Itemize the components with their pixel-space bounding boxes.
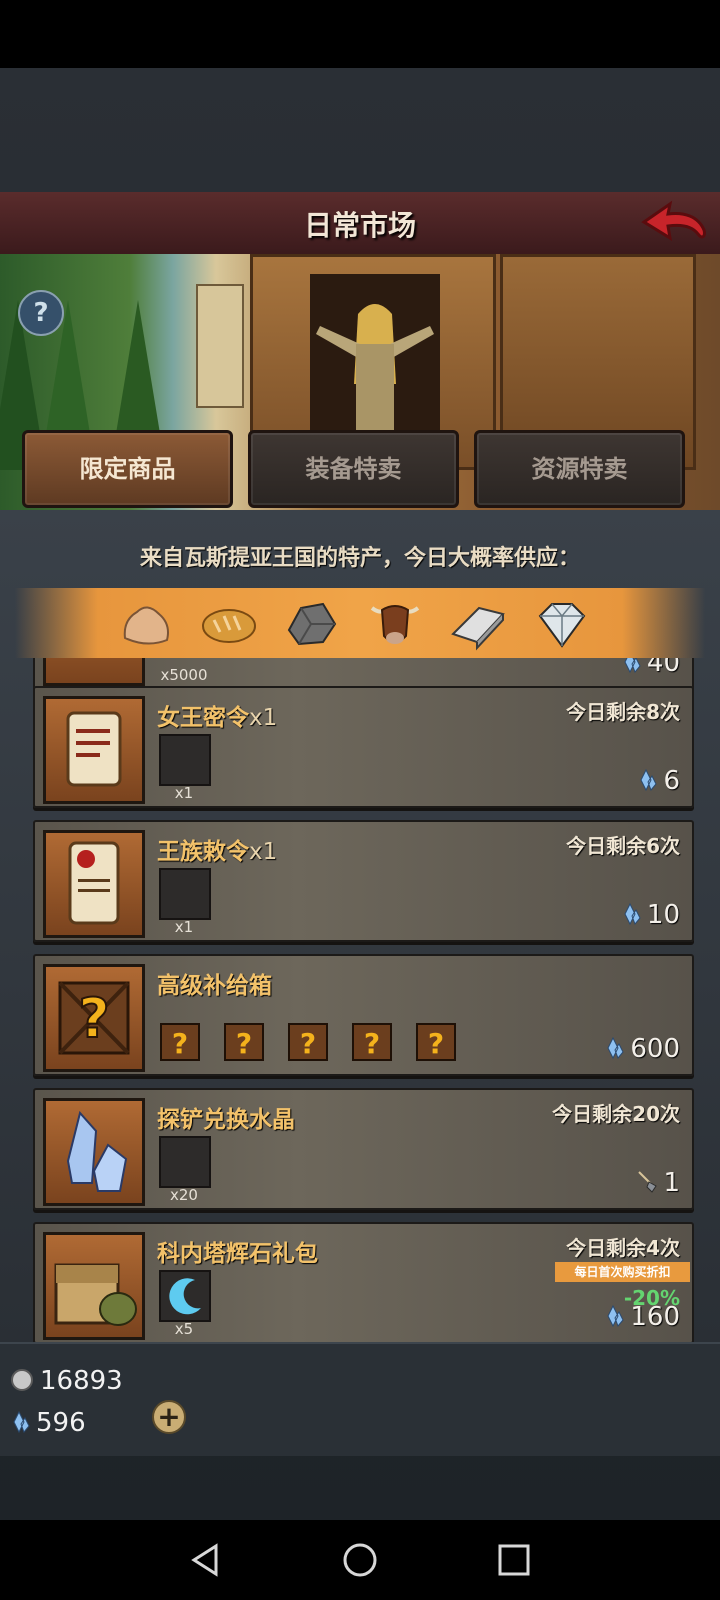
price-button[interactable]: 600 [604, 1034, 680, 1064]
price-button[interactable]: 1 [637, 1168, 680, 1198]
crystal-icon [640, 768, 658, 792]
crystal-icon [624, 658, 641, 674]
price-value: 10 [646, 900, 680, 930]
crystal-icon [624, 902, 641, 926]
mystery-box-icon: ? [160, 1023, 200, 1061]
back-nav-icon[interactable] [188, 1542, 224, 1578]
recents-nav-icon[interactable] [496, 1542, 532, 1578]
stone-icon [123, 606, 169, 645]
list-item[interactable]: ? 高级补给箱 ? ? ? ? ? 600 [33, 954, 694, 1076]
ore-icon [287, 602, 337, 646]
cattle-icon [370, 605, 420, 644]
shovel-icon [638, 1171, 658, 1193]
list-item[interactable]: 女王密令x1 今日剩余8次 x1 6 [33, 686, 694, 808]
tab-limited-goods[interactable]: 限定商品 [22, 430, 233, 508]
moon-gem-icon [169, 1278, 201, 1315]
remaining-count: 今日剩余6次 [566, 834, 680, 858]
silver-balance: 16893 [10, 1366, 123, 1396]
treasure-chest-icon [54, 1263, 137, 1326]
discount-badge: 每日首次购买折扣 [555, 1262, 690, 1282]
slot-quantity: x1 [174, 784, 194, 802]
price-value: 600 [630, 1034, 680, 1064]
slot-quantity: x1 [174, 918, 194, 936]
home-nav-icon[interactable] [342, 1542, 378, 1578]
help-button[interactable]: ? [18, 290, 64, 336]
price-button[interactable]: 10 [621, 900, 680, 930]
iron-ingot-icon [451, 606, 505, 651]
price-button[interactable]: 6 [637, 766, 680, 796]
reward-slot [159, 734, 211, 786]
svg-text:?: ? [364, 1027, 380, 1060]
crate-reward-row: ? ? ? ? ? [159, 1022, 459, 1062]
price-value: 160 [630, 1302, 680, 1332]
mystery-box-icon: ? [416, 1023, 456, 1061]
crystal-icon [13, 1410, 30, 1434]
reward-slot [159, 1270, 211, 1322]
remaining-count: 今日剩余20次 [552, 1102, 680, 1126]
page-title: 日常市场 [303, 209, 416, 242]
item-name: 高级补给箱 [157, 973, 272, 999]
silver-coin-icon [11, 1369, 33, 1391]
reward-slot [159, 1136, 211, 1188]
add-crystal-button[interactable]: + [152, 1400, 186, 1434]
mystery-box-icon: ? [352, 1023, 392, 1061]
resource-strip [15, 588, 705, 658]
item-thumbnail [43, 696, 145, 804]
item-list: x5000 40 女王密令x1 今日剩余8次 x1 6 王族敕令x1 今日剩余6… [0, 658, 720, 1342]
back-arrow-icon [641, 200, 706, 242]
item-name: 探铲兑换水晶 [157, 1107, 295, 1133]
mystery-box-icon: ? [224, 1023, 264, 1061]
merchant-character [310, 274, 440, 444]
android-navbar [0, 1520, 720, 1600]
mystery-crate-icon: ? [58, 981, 130, 1055]
slot-quantity: x5 [174, 1320, 194, 1338]
royal-decree-icon [68, 841, 120, 925]
crystal-balance: 596 [10, 1408, 86, 1438]
diamond-icon [538, 603, 586, 648]
back-button[interactable] [640, 200, 710, 248]
item-thumbnail [43, 1098, 145, 1206]
title-bar: 日常市场 [0, 192, 720, 256]
item-name: 女王密令x1 [157, 705, 278, 731]
crystal-icon [607, 1036, 624, 1060]
svg-text:?: ? [428, 1027, 444, 1060]
item-thumbnail [43, 1232, 145, 1340]
supply-label: 来自瓦斯提亚王国的特产，今日大概率供应： [139, 546, 580, 571]
slot-quantity: x20 [170, 1186, 198, 1204]
price-button[interactable]: 160 [604, 1302, 680, 1332]
tab-equipment-sale[interactable]: 装备特卖 [248, 430, 459, 508]
status-bar [0, 0, 720, 68]
banner-flag [196, 284, 244, 408]
item-thumbnail [43, 658, 145, 686]
item-thumbnail: ? [43, 964, 145, 1072]
remaining-count: 今日剩余4次 [566, 1236, 680, 1260]
tab-resource-sale[interactable]: 资源特卖 [474, 430, 685, 508]
price-value: 6 [663, 766, 680, 796]
svg-text:?: ? [172, 1027, 188, 1060]
list-item[interactable]: 探铲兑换水晶 今日剩余20次 x20 1 [33, 1088, 694, 1210]
svg-text:?: ? [236, 1027, 252, 1060]
crystal-cluster-icon [66, 1110, 128, 1192]
list-item[interactable]: 科内塔辉石礼包 今日剩余4次 每日首次购买折扣 -20% x5 160 [33, 1222, 694, 1342]
item-thumbnail [43, 830, 145, 938]
bread-icon [202, 609, 256, 643]
scroll-icon [66, 711, 122, 787]
reward-slot [159, 868, 211, 920]
svg-text:?: ? [300, 1027, 316, 1060]
price-button[interactable]: 40 [621, 658, 680, 678]
slot-quantity: x5000 [160, 666, 208, 684]
remaining-count: 今日剩余8次 [566, 700, 680, 724]
mystery-box-icon: ? [288, 1023, 328, 1061]
item-name: 科内塔辉石礼包 [157, 1241, 318, 1267]
price-value: 1 [663, 1168, 680, 1198]
list-item[interactable]: 王族敕令x1 今日剩余6次 x1 10 [33, 820, 694, 942]
price-value: 40 [646, 658, 680, 678]
svg-text:?: ? [78, 987, 109, 1050]
currency-footer: 16893 596 + [0, 1342, 720, 1456]
crystal-icon [607, 1304, 624, 1328]
item-name: 王族敕令x1 [157, 839, 278, 865]
